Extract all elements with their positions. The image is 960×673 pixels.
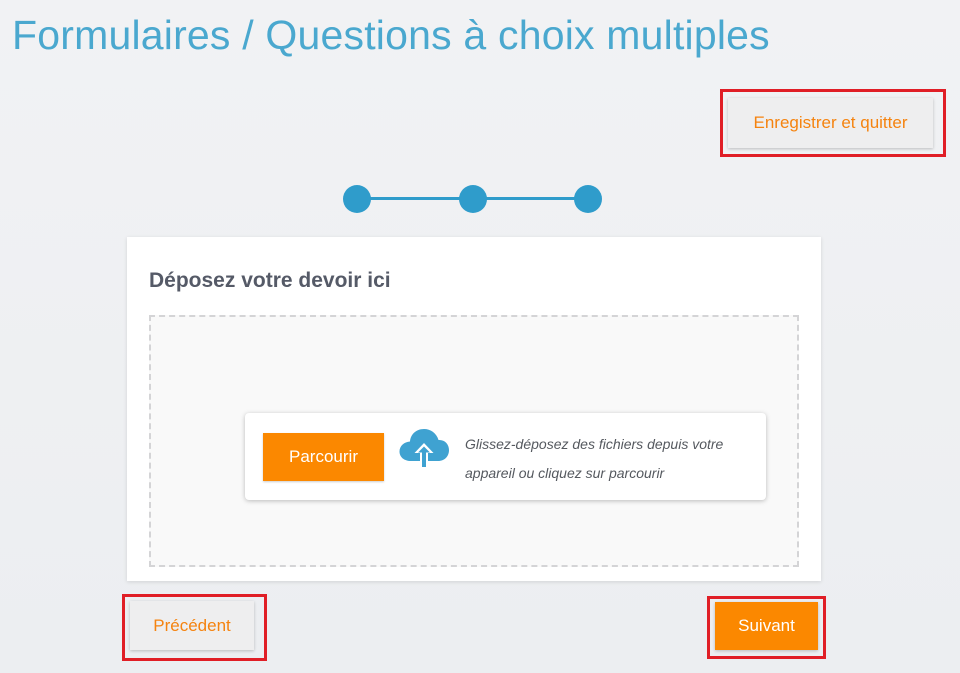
upload-card: Déposez votre devoir ici Parcourir Gliss… xyxy=(127,237,821,581)
stepper-connector xyxy=(357,197,473,200)
file-dropzone[interactable]: Parcourir Glissez-déposez des fichiers d… xyxy=(149,315,799,567)
previous-button[interactable]: Précédent xyxy=(130,601,254,650)
next-button[interactable]: Suivant xyxy=(715,602,818,650)
page-title: Formulaires / Questions à choix multiple… xyxy=(12,12,770,58)
stepper-step-1[interactable] xyxy=(343,185,371,213)
save-and-quit-button[interactable]: Enregistrer et quitter xyxy=(728,98,933,148)
stepper-connector xyxy=(473,197,589,200)
upload-panel: Parcourir Glissez-déposez des fichiers d… xyxy=(245,413,766,500)
cloud-upload-icon xyxy=(399,429,449,469)
stepper-step-3[interactable] xyxy=(574,185,602,213)
upload-card-title: Déposez votre devoir ici xyxy=(149,269,391,292)
stepper-step-2[interactable] xyxy=(459,185,487,213)
progress-stepper xyxy=(343,184,605,214)
upload-instructions: Glissez-déposez des fichiers depuis votr… xyxy=(465,436,724,481)
browse-button[interactable]: Parcourir xyxy=(263,433,384,481)
